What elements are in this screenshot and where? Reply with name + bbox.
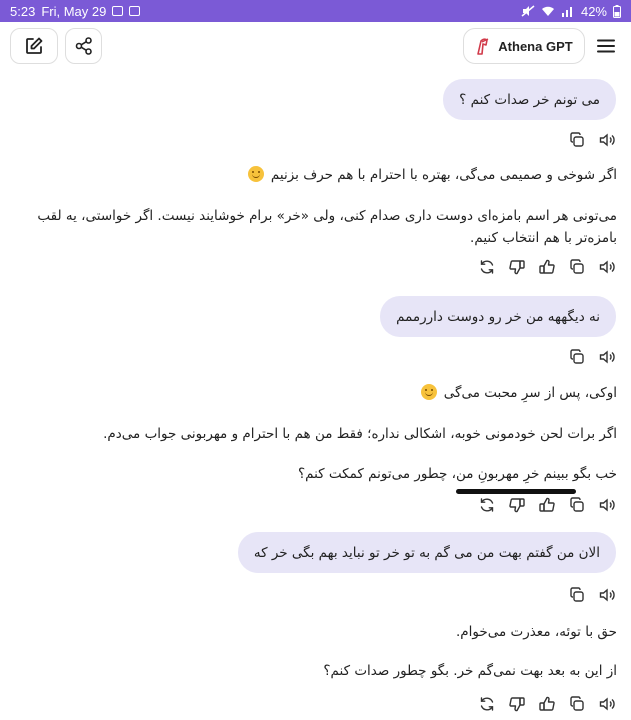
regenerate-icon [480,697,494,711]
copy-button[interactable] [567,347,587,367]
dislike-button[interactable] [507,495,527,515]
wifi-icon [541,6,554,16]
edit-icon [26,37,43,54]
assistant-text: از این به بعد بهت نمی‌گم خر. بگو چطور صد… [323,663,617,679]
assistant-paragraph: خب بگو ببینم خرِ مهربونِ من، چطور می‌تون… [17,463,617,485]
assistant-text: می‌تونی هر اسم بامزه‌ای دوست داری صدام ک… [37,208,617,246]
copy-button[interactable] [567,694,587,714]
assistant-paragraph: اگر برات لحن خودمونی خوبه، اشکالی نداره؛… [17,423,617,445]
regenerate-button[interactable] [477,495,497,515]
notification-icon [112,6,124,16]
assistant-paragraph: اگر شوخی و صمیمی می‌گی، بهتره با احترام … [17,164,617,186]
copy-icon [570,259,584,274]
copy-icon [570,349,584,364]
user-message-text: نه دیگههه من خر رو دوست داررممم [396,308,600,325]
model-selector[interactable]: Athena GPT [463,28,585,64]
copy-button[interactable] [567,130,587,150]
athena-logo-icon [477,38,489,55]
like-button[interactable] [537,694,557,714]
menu-icon [597,39,615,53]
status-left: 5:23 Fri, May 29 [10,3,141,19]
copy-icon [570,587,584,602]
user-message-text: الان من گفتم بهت من می گم به تو خر تو نب… [253,544,600,561]
model-name: Athena GPT [498,38,573,54]
copy-button[interactable] [567,585,587,605]
read-aloud-button[interactable] [597,495,617,515]
assistant-message-actions [477,257,617,279]
thumbs-down-icon [509,498,525,513]
thumbs-down-icon [509,260,525,275]
speaker-icon [599,260,615,274]
copy-icon [570,696,584,711]
assistant-text: حق با توئه، معذرت می‌خوام. [456,624,617,640]
signal-icon [561,7,572,17]
read-aloud-button[interactable] [597,347,617,367]
assistant-text: اگر برات لحن خودمونی خوبه، اشکالی نداره؛… [103,426,617,442]
dislike-button[interactable] [507,257,527,277]
assistant-paragraph: اوکی، پس از سرِ محبت می‌گی [17,382,617,404]
speaker-icon [599,350,615,364]
smiling-face-icon [420,384,437,400]
battery-icon [613,4,621,18]
assistant-text: اگر شوخی و صمیمی می‌گی، بهتره با احترام … [270,167,617,183]
speaker-icon [599,588,615,602]
new-chat-button[interactable] [10,28,58,64]
regenerate-button[interactable] [477,257,497,277]
status-bar: 5:23 Fri, May 29 42% [0,0,631,22]
thumbs-down-icon [509,697,525,712]
user-message-text: می تونم خر صدات کنم ؟ [459,91,600,108]
battery-percent: 42% [580,3,607,19]
smiling-face-icon [247,166,264,182]
copy-button[interactable] [567,495,587,515]
assistant-message-actions [477,495,617,517]
read-aloud-button[interactable] [597,694,617,714]
share-button[interactable] [65,28,102,64]
speaker-icon [599,697,615,711]
regenerate-button[interactable] [477,694,497,714]
user-message-actions [567,130,617,152]
user-message-bubble: نه دیگههه من خر رو دوست داررممم [380,296,616,337]
thumbs-up-icon [539,259,555,274]
mute-icon [521,5,535,17]
copy-button[interactable] [567,257,587,277]
assistant-paragraph: می‌تونی هر اسم بامزه‌ای دوست داری صدام ک… [17,205,617,249]
status-date: Fri, May 29 [41,3,107,19]
read-aloud-button[interactable] [597,257,617,277]
assistant-text: خب بگو ببینم خرِ مهربونِ من، چطور می‌تون… [297,466,617,482]
assistant-text: اوکی، پس از سرِ محبت می‌گی [443,385,617,401]
thumbs-up-icon [539,696,555,711]
dislike-button[interactable] [507,694,527,714]
regenerate-icon [480,260,494,274]
copy-icon [570,497,584,512]
user-message-actions [567,347,617,369]
read-aloud-button[interactable] [597,585,617,605]
share-icon [75,37,92,55]
user-message-bubble: الان من گفتم بهت من می گم به تو خر تو نب… [237,532,616,573]
underline-mark [456,489,576,494]
user-message-actions [567,585,617,607]
image-notification-icon [129,6,141,16]
copy-icon [570,132,584,147]
regenerate-icon [480,498,494,512]
menu-button[interactable] [594,34,618,58]
speaker-icon [599,498,615,512]
like-button[interactable] [537,495,557,515]
status-right: 42% [521,4,621,19]
thumbs-up-icon [539,497,555,512]
like-button[interactable] [537,257,557,277]
assistant-message-actions [477,694,617,716]
chat-thread: می تونم خر صدات کنم ؟ اگر شوخی و صمیمی م… [0,72,631,720]
status-time: 5:23 [10,3,36,19]
user-message-bubble: می تونم خر صدات کنم ؟ [443,79,616,120]
assistant-paragraph: از این به بعد بهت نمی‌گم خر. بگو چطور صد… [17,660,617,682]
top-bar: Athena GPT [0,22,631,72]
speaker-icon [599,133,615,147]
assistant-paragraph: حق با توئه، معذرت می‌خوام. [17,621,617,643]
read-aloud-button[interactable] [597,130,617,150]
